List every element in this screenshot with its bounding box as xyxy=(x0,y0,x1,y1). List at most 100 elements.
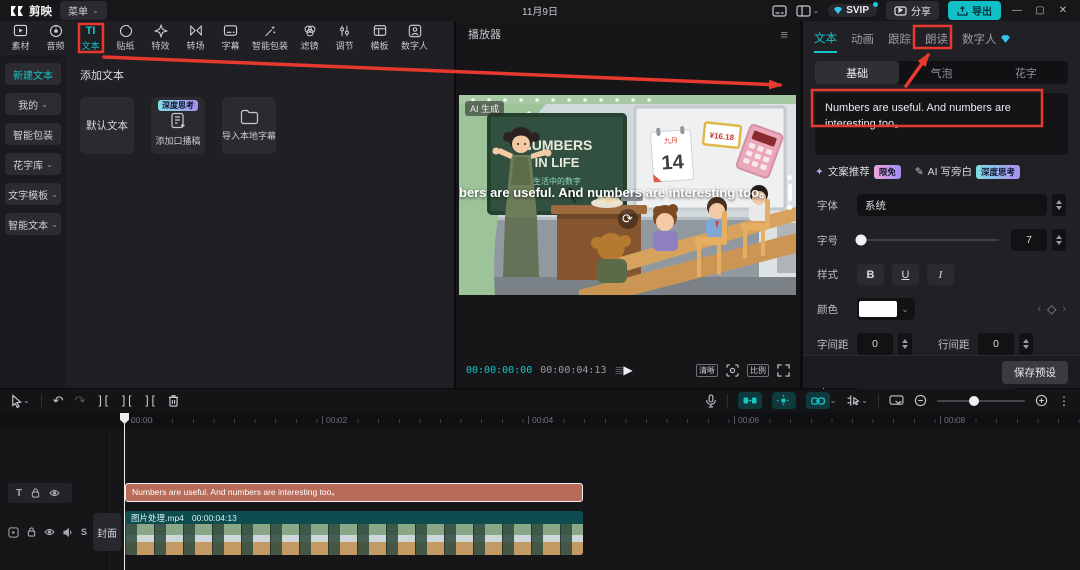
next-style-arrow[interactable]: › xyxy=(1062,303,1066,315)
subtab-bubble[interactable]: 气泡 xyxy=(899,61,983,84)
style-diamond-icon[interactable]: ◇ xyxy=(1047,302,1056,316)
ai-narration-button[interactable]: ✎ AI 写旁白 深度思考 xyxy=(915,164,1020,179)
tab-digital-human-props[interactable]: 数字人 xyxy=(962,31,1011,52)
text-content-input[interactable]: Numbers are useful. And numbers are inte… xyxy=(815,93,1068,155)
subtitle-handle-bar[interactable] xyxy=(788,184,792,201)
subtitle-handle-dot[interactable] xyxy=(787,175,792,180)
mute-icon[interactable] xyxy=(63,528,73,537)
preview-window-icon[interactable] xyxy=(889,395,904,407)
tab-filters[interactable]: 滤镜 xyxy=(292,23,327,52)
redo-button[interactable]: ↷ xyxy=(75,393,86,409)
tab-media[interactable]: 素材 xyxy=(3,23,38,52)
quality-button[interactable]: 清晰 xyxy=(696,364,718,377)
font-size-slider[interactable] xyxy=(857,239,999,241)
letter-spacing-value[interactable]: 0 xyxy=(857,333,893,355)
import-subtitle-card[interactable]: 导入本地字幕 xyxy=(222,97,276,154)
subtab-fancy[interactable]: 花字 xyxy=(984,61,1068,84)
zoom-out-icon[interactable] xyxy=(914,394,927,407)
share-button[interactable]: 分享 xyxy=(886,1,939,20)
tab-animation[interactable]: 动画 xyxy=(851,31,874,52)
tab-text[interactable]: TI 文本 xyxy=(73,23,108,52)
tab-adjust[interactable]: 调节 xyxy=(327,23,362,52)
record-voiceover-icon[interactable] xyxy=(705,394,717,408)
delete-button[interactable] xyxy=(167,394,180,408)
tab-digital-human[interactable]: 数字人 xyxy=(397,23,432,52)
trim-left-icon[interactable]: ][ xyxy=(120,394,132,408)
timeline-ruler[interactable]: 00:00 00:02 00:04 00:06 00:08 xyxy=(0,412,1080,429)
subtitle-overlay[interactable]: bers are useful. And numbers are interes… xyxy=(459,182,786,204)
sidebar-item-fancy-text[interactable]: 花字库⌄ xyxy=(5,153,61,175)
underline-button[interactable]: U xyxy=(892,264,919,285)
subtitle-view-icon[interactable] xyxy=(772,5,787,17)
letter-spacing-stepper[interactable] xyxy=(898,333,912,355)
sidebar-item-text-template[interactable]: 文字模板⌄ xyxy=(5,183,61,205)
tab-text-props[interactable]: 文本 xyxy=(814,30,837,53)
text-category-sidebar: 新建文本 我的⌄ 智能包装 花字库⌄ 文字模板⌄ 智能文本⌄ xyxy=(0,55,66,388)
tab-audio[interactable]: 音频 xyxy=(38,23,73,52)
eye-icon[interactable] xyxy=(49,489,60,497)
export-button[interactable]: 导出 xyxy=(948,1,1001,20)
tab-effects[interactable]: 特效 xyxy=(143,23,178,52)
save-preset-button[interactable]: 保存预设 xyxy=(1002,361,1068,384)
tab-read-aloud[interactable]: 朗读 xyxy=(925,31,948,52)
tab-sticker[interactable]: 贴纸 xyxy=(108,23,143,52)
line-spacing-value[interactable]: 0 xyxy=(978,333,1014,355)
tab-captions[interactable]: 字幕 xyxy=(213,23,248,52)
frame-list-icon[interactable]: ≣ xyxy=(614,364,623,377)
font-select[interactable]: 系统 xyxy=(857,194,1047,216)
sidebar-item-smart-package[interactable]: 智能包装 xyxy=(5,123,61,145)
ratio-button[interactable]: 比例 xyxy=(747,364,769,377)
minimize-button[interactable]: — xyxy=(1010,5,1024,16)
default-text-card[interactable]: 默认文本 xyxy=(80,97,134,154)
line-spacing-stepper[interactable] xyxy=(1019,333,1033,355)
close-button[interactable]: ✕ xyxy=(1056,5,1070,16)
sidebar-item-smart-text[interactable]: 智能文本⌄ xyxy=(5,213,61,235)
font-size-value[interactable]: 7 xyxy=(1011,229,1047,251)
lock-icon[interactable] xyxy=(31,488,40,498)
split-icon[interactable]: ][ xyxy=(97,394,109,408)
text-clip[interactable]: Numbers are useful. And numbers are inte… xyxy=(125,483,583,502)
layout-switch-button[interactable]: ⌄ xyxy=(796,5,820,17)
add-speech-script-card[interactable]: 深度思考 添加口播稿 xyxy=(151,97,205,154)
maximize-button[interactable]: ▢ xyxy=(1033,5,1047,16)
video-preview[interactable]: NUMBERS IN LIFE 生活中的数字 九月 14 ¥16.18 xyxy=(459,95,796,295)
tab-template[interactable]: 模板 xyxy=(362,23,397,52)
italic-button[interactable]: I xyxy=(927,264,954,285)
eye-icon[interactable] xyxy=(44,528,55,536)
timeline-zoom-slider[interactable] xyxy=(937,400,1025,402)
video-clip[interactable]: 图片处理.mp4 00:00:04:13 xyxy=(125,511,583,555)
logo-icon xyxy=(10,5,24,17)
lock-icon[interactable] xyxy=(27,527,36,537)
playhead[interactable] xyxy=(124,413,125,570)
tab-tracking[interactable]: 跟踪 xyxy=(888,31,911,52)
tab-smart-package[interactable]: 智能包装 xyxy=(248,23,292,52)
zoom-in-icon[interactable] xyxy=(1035,394,1048,407)
copy-suggest-button[interactable]: ✦ 文案推荐 限免 xyxy=(815,164,901,179)
sidebar-item-mine[interactable]: 我的⌄ xyxy=(5,93,61,115)
player-menu-icon[interactable]: ≡ xyxy=(780,27,788,42)
auto-snap-toggle[interactable] xyxy=(772,392,796,409)
subtitle-handle-dot[interactable] xyxy=(787,205,792,210)
fullscreen-icon[interactable] xyxy=(777,364,790,377)
font-stepper[interactable] xyxy=(1052,194,1066,216)
prev-style-arrow[interactable]: ‹ xyxy=(1037,303,1041,315)
subtab-basic[interactable]: 基础 xyxy=(815,61,899,84)
font-size-stepper[interactable] xyxy=(1052,229,1066,251)
play-button[interactable]: ▶ xyxy=(623,363,632,377)
tab-transition[interactable]: 转场 xyxy=(178,23,213,52)
undo-button[interactable]: ↶ xyxy=(53,393,64,409)
color-picker[interactable]: ⌄ xyxy=(857,298,915,320)
linkage-toggle[interactable]: ⌄ xyxy=(806,392,837,409)
bold-button[interactable]: B xyxy=(857,264,884,285)
main-track-magnet-toggle[interactable] xyxy=(738,392,762,409)
menu-button[interactable]: 菜单 ⌄ xyxy=(60,1,107,20)
focus-icon[interactable] xyxy=(726,364,739,377)
solo-toggle[interactable]: S xyxy=(81,527,87,537)
cover-button[interactable]: 封面 xyxy=(93,513,121,551)
svip-badge[interactable]: SVIP xyxy=(828,4,877,17)
sidebar-item-new-text[interactable]: 新建文本 xyxy=(5,63,61,85)
trim-right-icon[interactable]: ][ xyxy=(143,394,155,408)
preview-axis-toggle[interactable]: ⌄ xyxy=(846,394,868,407)
select-tool-button[interactable]: ⌄ xyxy=(10,394,30,408)
more-options-icon[interactable]: ⋮ xyxy=(1058,394,1070,408)
